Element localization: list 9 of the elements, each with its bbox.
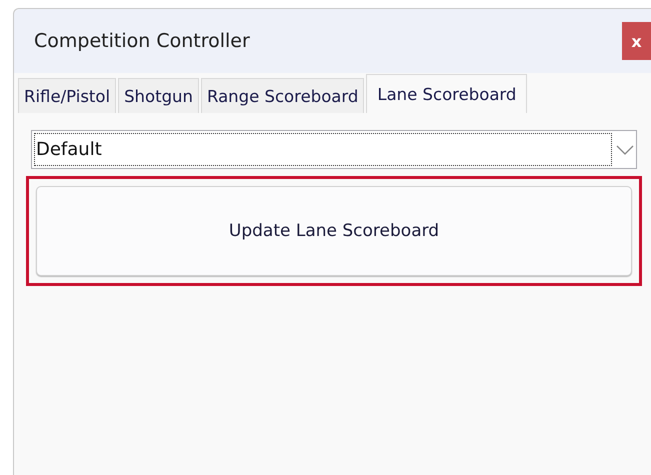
dropdown[interactable]: Default [31,130,637,169]
tab[interactable]: Shotgun [118,78,199,113]
tab[interactable]: Rifle/Pistol [18,78,116,113]
update-button[interactable]: Update Lane Scoreboard [36,186,632,276]
chevron-down-icon [616,144,634,154]
window-title: Competition Controller [34,30,250,52]
close-button[interactable]: x [622,22,651,60]
tab[interactable]: Lane Scoreboard [366,74,528,113]
tab[interactable]: Range Scoreboard [200,78,364,113]
